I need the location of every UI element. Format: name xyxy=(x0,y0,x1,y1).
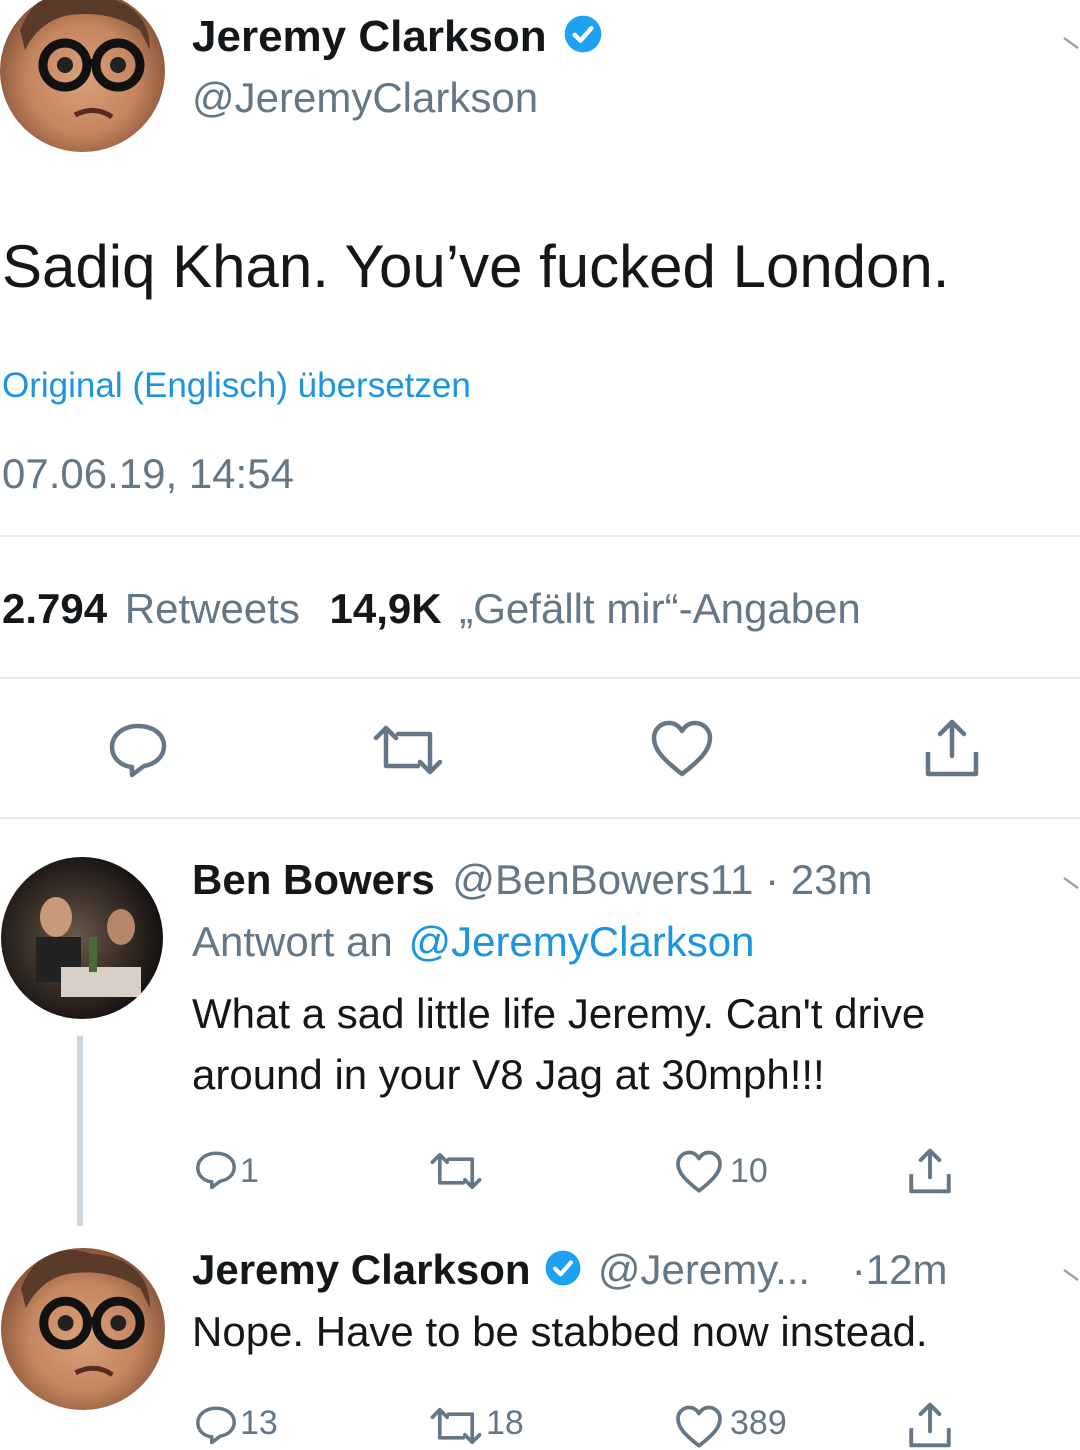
retweet-icon[interactable] xyxy=(370,722,446,778)
retweet-icon[interactable] xyxy=(428,1405,484,1447)
tweet-stats: 2.794 Retweets 14,9K „Gefällt mir“-Angab… xyxy=(2,585,861,633)
retweet-icon[interactable] xyxy=(428,1150,484,1192)
avatar-photo-graphic xyxy=(36,897,141,997)
avatar-face-graphic xyxy=(20,1250,151,1377)
reply-author-handle[interactable]: @BenBowers11 xyxy=(452,856,753,903)
translate-link[interactable]: Original (Englisch) übersetzen xyxy=(2,366,471,406)
reply-to-prefix: Antwort an xyxy=(192,918,393,965)
reply-count: 1 xyxy=(240,1152,259,1190)
like-icon[interactable] xyxy=(675,1405,723,1449)
retweet-count: 18 xyxy=(486,1404,524,1442)
author-handle[interactable]: @JeremyClarkson xyxy=(192,74,538,122)
share-icon[interactable] xyxy=(905,1146,955,1196)
share-icon[interactable] xyxy=(905,1400,955,1450)
divider xyxy=(0,535,1080,537)
like-count[interactable]: 14,9K xyxy=(330,585,442,632)
reply-text: Nope. Have to be stabbed now instead. xyxy=(192,1308,928,1355)
reply-author-name[interactable]: Ben Bowers xyxy=(192,856,435,903)
chevron-down-icon[interactable] xyxy=(1062,1262,1080,1292)
retweet-count[interactable]: 2.794 xyxy=(2,585,107,632)
reply-count: 13 xyxy=(240,1404,278,1442)
tweet-text: Sadiq Khan. You’ve fucked London. xyxy=(2,233,950,300)
retweet-label[interactable]: Retweets xyxy=(125,585,300,632)
verified-badge-icon xyxy=(563,14,603,65)
reply-time[interactable]: ·12m xyxy=(852,1246,948,1293)
like-label[interactable]: „Gefällt mir“-Angaben xyxy=(459,585,860,632)
reply-text-line-2: around in your V8 Jag at 30mph!!! xyxy=(192,1051,825,1098)
reply-author-handle[interactable]: @Jeremy... xyxy=(598,1246,810,1293)
reply-to-handle[interactable]: @JeremyClarkson xyxy=(408,918,754,965)
chevron-down-icon[interactable] xyxy=(1062,30,1080,60)
divider xyxy=(0,677,1080,679)
reply-time[interactable]: · 23m xyxy=(765,856,872,903)
avatar-face-graphic xyxy=(20,0,150,120)
reply-icon[interactable] xyxy=(108,722,168,778)
reply-icon[interactable] xyxy=(195,1405,237,1445)
reply-author-avatar[interactable] xyxy=(1,857,163,1019)
divider xyxy=(0,817,1080,819)
like-count: 10 xyxy=(730,1152,768,1190)
author-name[interactable]: Jeremy Clarkson xyxy=(192,12,547,61)
author-avatar[interactable] xyxy=(0,0,165,152)
reply-icon[interactable] xyxy=(195,1150,237,1190)
like-icon[interactable] xyxy=(675,1150,723,1194)
reply-text-line-1: What a sad little life Jeremy. Can't dri… xyxy=(192,990,926,1037)
chevron-down-icon[interactable] xyxy=(1062,870,1080,900)
like-icon[interactable] xyxy=(650,720,714,778)
verified-badge-icon xyxy=(544,1249,582,1297)
like-count: 389 xyxy=(730,1404,787,1442)
thread-line xyxy=(77,1036,83,1226)
reply-author-avatar[interactable] xyxy=(1,1248,165,1410)
reply-author-name[interactable]: Jeremy Clarkson xyxy=(192,1246,531,1293)
share-icon[interactable] xyxy=(920,716,984,780)
tweet-timestamp[interactable]: 07.06.19, 14:54 xyxy=(2,450,294,498)
